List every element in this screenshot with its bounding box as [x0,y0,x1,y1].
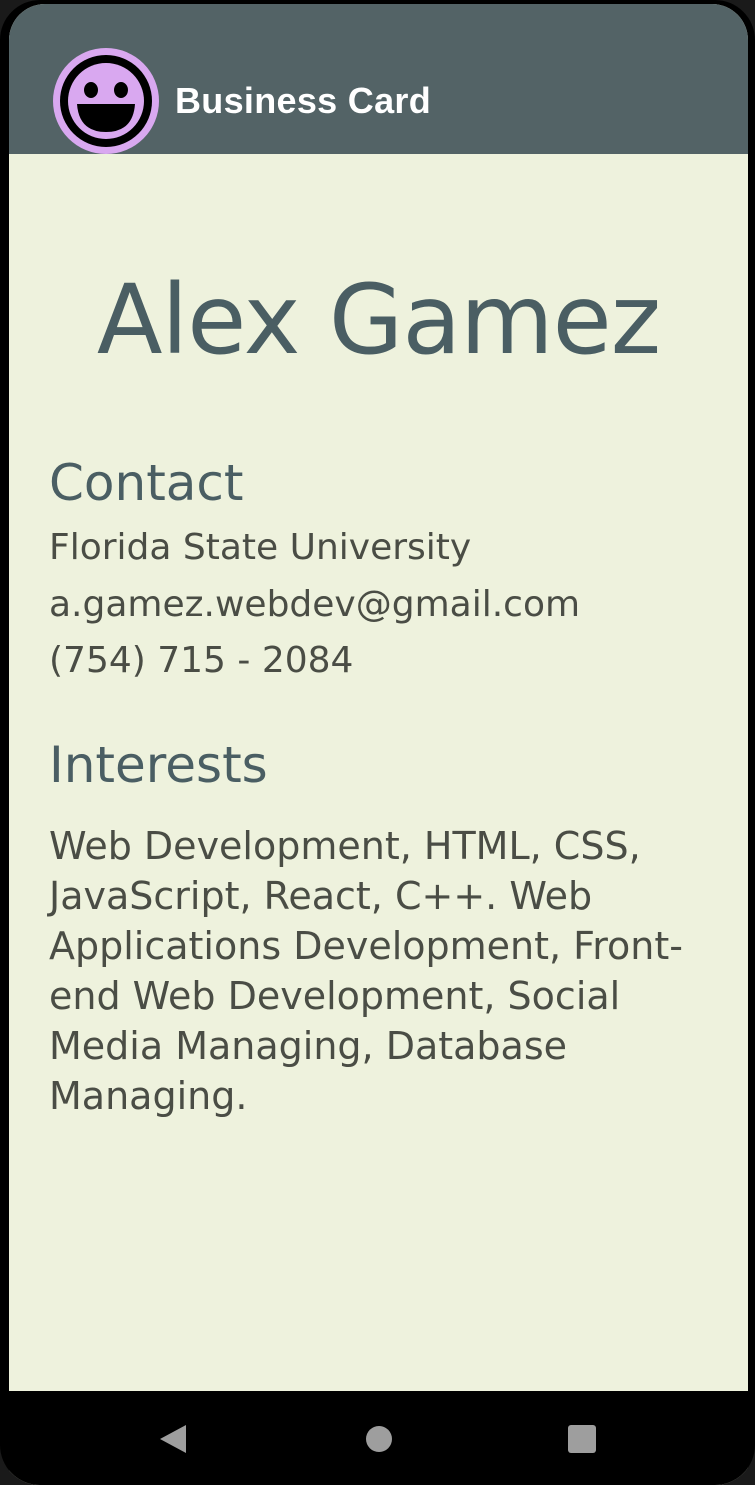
interests-heading: Interests [49,736,268,794]
contact-phone: (754) 715 - 2084 [49,640,354,681]
contact-email: a.gamez.webdev@gmail.com [49,584,581,625]
system-navigation-bar [9,1391,748,1485]
recents-square-icon [568,1425,596,1453]
recents-button[interactable] [552,1409,612,1469]
app-bar: Business Card [9,4,748,154]
app-title: Business Card [175,80,431,121]
home-circle-icon [366,1426,392,1452]
smiley-face-icon [53,48,159,154]
contact-organization: Florida State University [49,527,472,568]
business-card-content: Alex Gamez Contact Florida State Univers… [9,154,748,1391]
interests-text: Web Development, HTML, CSS, JavaScript, … [49,824,683,1118]
back-button[interactable] [143,1409,203,1469]
person-name: Alex Gamez [96,264,661,376]
home-button[interactable] [349,1409,409,1469]
phone-frame: Business Card Alex Gamez Contact Florida… [0,0,755,1485]
back-triangle-icon [160,1425,186,1453]
app-screen: Business Card Alex Gamez Contact Florida… [9,4,748,1485]
contact-heading: Contact [49,454,244,512]
